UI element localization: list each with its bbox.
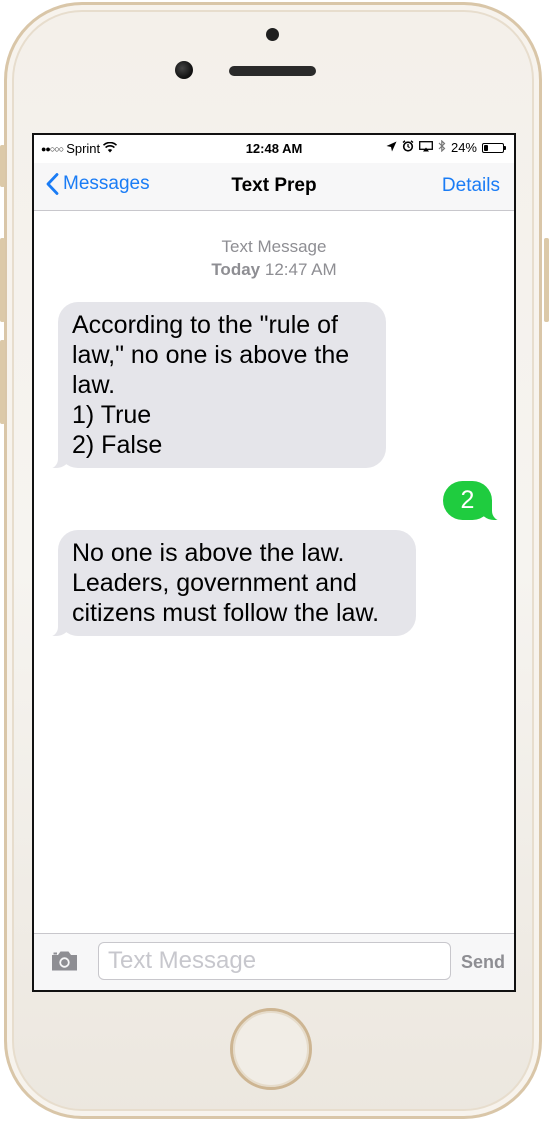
message-thread[interactable]: Text Message Today 12:47 AM According to… [34,211,514,933]
message-text: 2 [460,486,475,514]
navigation-bar: Messages Text Prep Details [34,163,514,211]
timestamp-time: 12:47 AM [264,260,337,279]
timestamp-day: Today [211,260,261,279]
message-type-label: Text Message [221,237,327,256]
status-bar: ●●○○○ Sprint 12:48 AM 24% [34,135,514,163]
message-input[interactable] [98,942,451,980]
battery-tip [504,145,506,150]
camera-button[interactable] [50,950,79,972]
power-button [544,238,549,322]
alarm-icon [402,140,414,155]
front-camera [175,61,193,79]
incoming-message-bubble[interactable]: No one is above the law. Leaders, govern… [44,530,416,637]
camera-icon [52,951,77,971]
message-text: No one is above the law. Leaders, govern… [72,539,380,627]
mute-switch [0,145,5,187]
home-button[interactable] [230,1008,312,1090]
location-arrow-icon [386,140,397,155]
proximity-sensor [266,28,279,41]
bluetooth-icon [438,139,446,155]
volume-up-button [0,238,5,322]
battery-fill [484,144,488,151]
earpiece-speaker [229,66,316,76]
battery-percent: 24% [450,140,477,155]
screen-mirroring-icon [419,140,433,155]
message-text: According to the "rule of law," no one i… [72,311,350,459]
thread-timestamp: Text Message Today 12:47 AM [34,235,514,281]
volume-down-button [0,340,5,424]
phone-screen: ●●○○○ Sprint 12:48 AM 24% Messages Text … [32,133,516,992]
send-button[interactable]: Send [461,952,505,973]
details-button[interactable]: Details [442,175,500,197]
outgoing-message-bubble[interactable]: 2 [443,481,506,521]
incoming-message-bubble[interactable]: According to the "rule of law," no one i… [44,302,386,469]
message-composer: Send [34,933,514,990]
battery-icon [482,142,504,153]
